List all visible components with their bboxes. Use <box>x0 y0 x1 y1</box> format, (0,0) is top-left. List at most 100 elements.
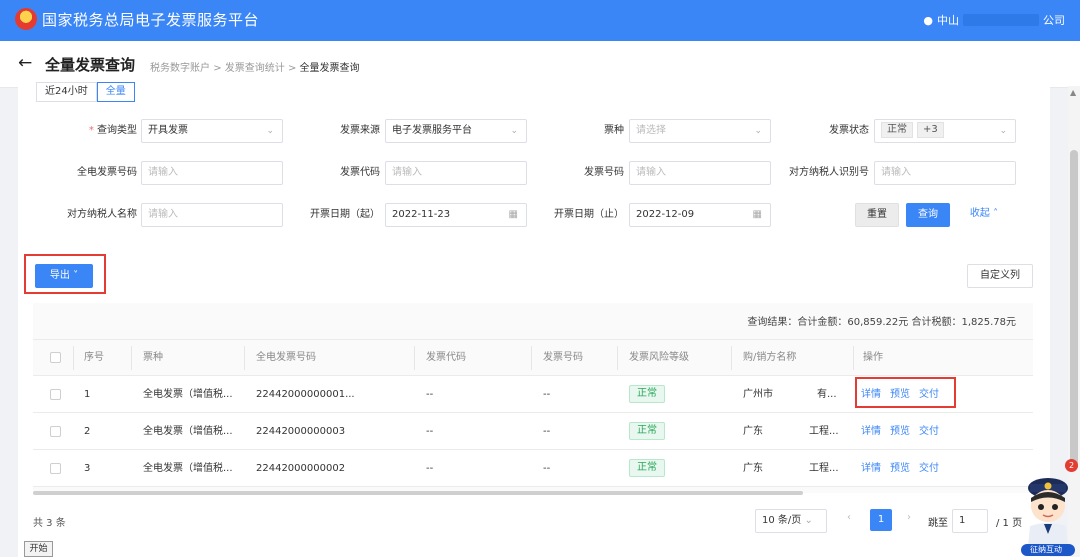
source-label: 发票来源 <box>340 125 380 136</box>
counterparty-name-input[interactable]: 请输入 <box>141 203 283 227</box>
user-menu[interactable]: ● 中山 公司 <box>923 12 1065 28</box>
row-index: 3 <box>84 463 91 474</box>
table-row: 3 全电发票（增值税... 22442000000002 -- -- 正常 广东… <box>33 450 1033 487</box>
page-size-select[interactable]: 10 条/页 ⌄ <box>755 509 827 533</box>
next-page-icon[interactable]: › <box>907 512 911 523</box>
invoice-kind-label: 票种 <box>604 125 624 136</box>
tab-24-hours[interactable]: 近24小时 <box>36 82 97 102</box>
current-page[interactable]: 1 <box>870 509 892 531</box>
table-header: 序号 票种 全电发票号码 发票代码 发票号码 发票风险等级 购/销方名称 操作 <box>33 339 1033 376</box>
preview-link[interactable]: 预览 <box>890 463 910 474</box>
scrollbar-thumb[interactable] <box>1070 150 1078 470</box>
breadcrumb-item[interactable]: 税务数字账户 <box>150 63 210 74</box>
column-header: 票种 <box>143 352 163 363</box>
invoice-number-label: 发票号码 <box>584 167 624 178</box>
back-arrow-icon[interactable]: ← <box>18 53 32 73</box>
date-end-label: 开票日期（止） <box>554 209 624 220</box>
platform-title: 国家税务总局电子发票服务平台 <box>42 11 260 29</box>
date-start-label: 开票日期（起） <box>310 209 380 220</box>
calendar-icon: ▦ <box>508 209 518 220</box>
column-header: 购/销方名称 <box>743 352 797 363</box>
row-invoice-number: -- <box>543 463 551 474</box>
assistant-label: 征纳互动 <box>1030 545 1062 554</box>
page-title: 全量发票查询 <box>45 56 136 74</box>
chevron-down-icon: ⌄ <box>754 126 762 136</box>
deliver-link[interactable]: 交付 <box>919 463 939 474</box>
export-highlight-box <box>24 254 106 294</box>
query-type-select[interactable]: 开具发票 ⌄ <box>141 119 283 143</box>
row-full-invoice-no: 22442000000003 <box>256 426 346 437</box>
risk-badge: 正常 <box>629 459 665 477</box>
prev-page-icon[interactable]: ‹ <box>847 512 851 523</box>
row-actions: 详情 预览 交付 <box>861 450 948 487</box>
counterparty-tax-id-input[interactable]: 请输入 <box>874 161 1016 185</box>
counterparty-tax-id-label: 对方纳税人识别号 <box>789 167 869 178</box>
invoice-code-label: 发票代码 <box>340 167 380 178</box>
invoice-code-input[interactable]: 请输入 <box>385 161 527 185</box>
select-all-checkbox[interactable] <box>50 352 61 363</box>
assistant-mascot-icon[interactable] <box>1016 462 1080 557</box>
row-party-name-b: 工程... <box>809 463 839 474</box>
column-header: 发票号码 <box>543 352 583 363</box>
horizontal-scrollbar[interactable] <box>33 491 803 495</box>
row-party-name-a: 广州市 <box>743 389 773 400</box>
tab-all[interactable]: 全量 <box>96 82 135 102</box>
column-header: 全电发票号码 <box>256 352 316 363</box>
row-risk-level: 正常 <box>629 413 665 450</box>
chevron-down-icon: ⌄ <box>999 126 1007 136</box>
custom-columns-button[interactable]: 自定义列 <box>967 264 1033 288</box>
breadcrumb-item[interactable]: 发票查询统计 <box>225 63 285 74</box>
row-invoice-code: -- <box>426 463 434 474</box>
collapse-button[interactable]: 收起 ˄ <box>962 203 1006 227</box>
row-invoice-kind: 全电发票（增值税... <box>143 389 233 400</box>
scroll-up-arrow-icon[interactable]: ▲ <box>1070 88 1076 97</box>
row-invoice-kind: 全电发票（增值税... <box>143 463 233 474</box>
result-summary: 查询结果：合计金额：60,859.22元 合计税额：1,825.78元 <box>747 317 1016 328</box>
row-full-invoice-no: 22442000000002 <box>256 463 346 474</box>
deliver-link[interactable]: 交付 <box>919 426 939 437</box>
search-button[interactable]: 查询 <box>906 203 950 227</box>
row-full-invoice-no: 22442000000001... <box>256 389 355 400</box>
full-invoice-no-input[interactable]: 请输入 <box>141 161 283 185</box>
status-tag-normal: 正常 <box>881 122 913 138</box>
breadcrumb-separator: > <box>213 63 222 74</box>
table-row: 2 全电发票（增值税... 22442000000003 -- -- 正常 广东… <box>33 413 1033 450</box>
source-select[interactable]: 电子发票服务平台 ⌄ <box>385 119 527 143</box>
row-invoice-kind: 全电发票（增值税... <box>143 426 233 437</box>
status-select[interactable]: 正常 +3 ⌄ <box>874 119 1016 143</box>
risk-badge: 正常 <box>629 422 665 440</box>
row-checkbox[interactable] <box>50 426 61 437</box>
date-end-picker[interactable]: 2022-12-09 ▦ <box>629 203 771 227</box>
detail-link[interactable]: 详情 <box>861 463 881 474</box>
breadcrumb: 税务数字账户 > 发票查询统计 > 全量发票查询 <box>150 59 360 74</box>
page-header: ← 全量发票查询 税务数字账户 > 发票查询统计 > 全量发票查询 <box>0 41 1080 88</box>
row-party-name-b: 工程... <box>809 426 839 437</box>
date-start-picker[interactable]: 2022-11-23 ▦ <box>385 203 527 227</box>
column-header: 发票代码 <box>426 352 466 363</box>
jump-page-input[interactable]: 1 <box>952 509 988 533</box>
notification-badge: 2 <box>1065 459 1078 472</box>
tax-emblem-icon <box>15 8 37 30</box>
status-label: 发票状态 <box>829 125 869 136</box>
invoice-number-input[interactable]: 请输入 <box>629 161 771 185</box>
row-invoice-number: -- <box>543 426 551 437</box>
row-index: 2 <box>84 426 91 437</box>
redacted-name <box>963 14 1039 26</box>
detail-link[interactable]: 详情 <box>861 426 881 437</box>
start-button[interactable]: 开始 <box>24 541 53 557</box>
time-range-tabs: 近24小时 全量 <box>36 82 135 102</box>
chevron-up-icon: ˄ <box>993 208 999 219</box>
risk-badge: 正常 <box>629 385 665 403</box>
top-bar: 国家税务总局电子发票服务平台 ● 中山 公司 <box>0 0 1080 41</box>
breadcrumb-current: 全量发票查询 <box>299 63 360 74</box>
row-checkbox[interactable] <box>50 389 61 400</box>
status-tag-more: +3 <box>917 122 944 138</box>
chevron-down-icon: ⌄ <box>266 126 274 136</box>
invoice-kind-select[interactable]: 请选择 ⌄ <box>629 119 771 143</box>
row-invoice-number: -- <box>543 389 551 400</box>
counterparty-name-label: 对方纳税人名称 <box>67 209 137 220</box>
row-checkbox[interactable] <box>50 463 61 474</box>
row-party-name-a: 广东 <box>743 463 763 474</box>
preview-link[interactable]: 预览 <box>890 426 910 437</box>
reset-button[interactable]: 重置 <box>855 203 899 227</box>
